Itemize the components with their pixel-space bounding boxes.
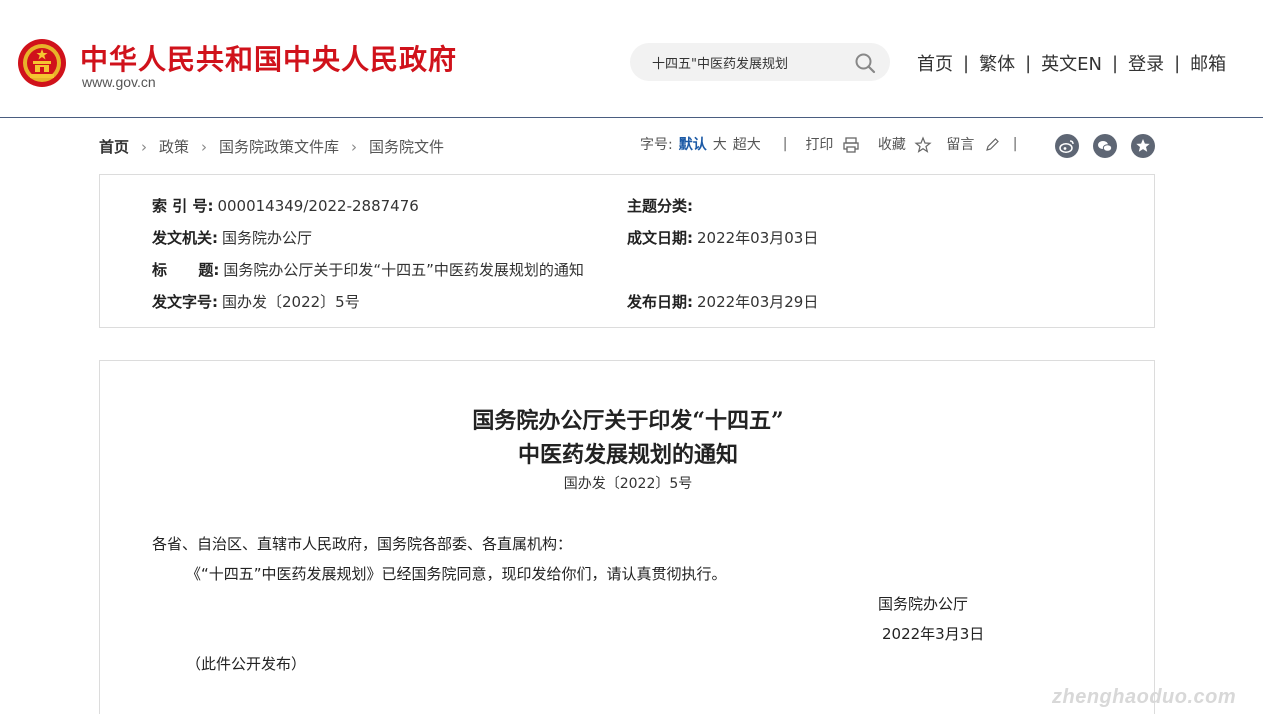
print-button[interactable]: 打印 (805, 134, 859, 154)
watermark: zhenghaoduo.com (1052, 686, 1237, 708)
nav-traditional-link[interactable]: 繁体 (979, 50, 1015, 76)
star-icon (914, 136, 932, 153)
site-title[interactable]: 中华人民共和国中央人民政府 (80, 38, 457, 78)
meta-issuer: 发文机关: 国务院办公厅 (152, 227, 312, 248)
meta-written-key: 成文日期: (627, 229, 693, 247)
search-icon[interactable] (854, 52, 876, 74)
breadcrumb-policy[interactable]: 政策 (159, 136, 189, 157)
meta-docno-key: 发文字号: (152, 293, 218, 311)
article-signer: 国务院办公厅 (878, 595, 969, 613)
article-body: 《“十四五”中医药发展规划》已经国务院同意，现印发给你们，请认真贯彻执行。 (186, 565, 727, 583)
font-size-label: 字号: (640, 137, 673, 153)
meta-published-key: 发布日期: (627, 293, 693, 311)
nav-home-link[interactable]: 首页 (917, 50, 953, 76)
pencil-icon (985, 138, 999, 151)
printer-icon (843, 137, 859, 153)
meta-index-key: 索 引 号: (152, 197, 214, 215)
meta-doc-number: 发文字号: 国办发〔2022〕5号 (152, 291, 360, 312)
meta-published-value: 2022年03月29日 (697, 293, 819, 311)
breadcrumb-policy-library[interactable]: 国务院政策文件库 (219, 136, 339, 157)
meta-topic-key: 主题分类: (627, 197, 693, 215)
meta-written-date: 成文日期: 2022年03月03日 (627, 227, 818, 248)
meta-published-date: 发布日期: 2022年03月29日 (627, 291, 818, 312)
meta-title-value: 国务院办公厅关于印发“十四五”中医药发展规划的通知 (223, 261, 584, 279)
font-large-option[interactable]: 大 (713, 134, 727, 154)
chevron-right-icon: › (141, 137, 148, 156)
article-date: 2022年3月3日 (882, 625, 985, 643)
article-title-line1: 国务院办公厅关于印发“十四五” (472, 408, 784, 434)
star-share-icon[interactable] (1131, 134, 1155, 158)
meta-issuer-key: 发文机关: (152, 229, 218, 247)
nav-english-link[interactable]: 英文EN (1041, 50, 1102, 76)
meta-title: 标 题: 国务院办公厅关于印发“十四五”中医药发展规划的通知 (152, 259, 584, 280)
meta-topic: 主题分类: (627, 195, 697, 216)
nav-separator: | (1174, 52, 1181, 74)
meta-written-value: 2022年03月03日 (697, 229, 819, 247)
comment-label: 留言 (946, 137, 975, 153)
breadcrumb-home[interactable]: 首页 (99, 136, 129, 157)
weibo-icon[interactable] (1055, 134, 1079, 158)
article-content: 国务院办公厅关于印发“十四五” 中医药发展规划的通知 国办发〔2022〕5号 各… (99, 360, 1155, 714)
site-header: 中华人民共和国中央人民政府 www.gov.cn 首页 | 繁体 | 英文EN … (0, 0, 1263, 118)
meta-title-key: 标 题: (152, 261, 220, 279)
font-default-option[interactable]: 默认 (679, 134, 707, 154)
collect-label: 收藏 (877, 137, 906, 153)
meta-docno-value: 国办发〔2022〕5号 (222, 293, 360, 311)
tools-separator: | (782, 136, 788, 152)
nav-separator: | (1112, 52, 1119, 74)
site-url[interactable]: www.gov.cn (82, 74, 156, 90)
article-salutation: 各省、自治区、直辖市人民政府，国务院各部委、各直属机构： (152, 535, 573, 553)
font-xlarge-option[interactable]: 超大 (733, 134, 761, 154)
search-box[interactable] (630, 43, 890, 81)
chevron-right-icon: › (351, 137, 358, 156)
top-nav: 首页 | 繁体 | 英文EN | 登录 | 邮箱 (917, 50, 1226, 76)
chevron-right-icon: › (201, 137, 208, 156)
nav-login-link[interactable]: 登录 (1128, 50, 1164, 76)
article-tools: 字号: 默认 大 超大 | 打印 收藏 留言 | (640, 134, 1018, 154)
tools-separator: | (1012, 136, 1018, 152)
wechat-icon[interactable] (1093, 134, 1117, 158)
meta-index: 索 引 号: 000014349/2022-2887476 (152, 195, 419, 216)
meta-issuer-value: 国务院办公厅 (222, 229, 313, 247)
comment-button[interactable]: 留言 (946, 134, 1000, 154)
nav-mail-link[interactable]: 邮箱 (1190, 50, 1226, 76)
collect-button[interactable]: 收藏 (878, 134, 932, 154)
article-title-line2: 中医药发展规划的通知 (517, 442, 738, 468)
search-input[interactable] (652, 52, 852, 72)
nav-separator: | (963, 52, 970, 74)
article-doc-number: 国办发〔2022〕5号 (563, 476, 693, 492)
article-note: （此件公开发布） (186, 655, 307, 673)
national-emblem-icon[interactable] (17, 37, 67, 89)
breadcrumb-state-council-docs[interactable]: 国务院文件 (369, 136, 444, 157)
meta-index-value: 000014349/2022-2887476 (217, 197, 419, 215)
document-meta-box: 索 引 号: 000014349/2022-2887476 主题分类: 发文机关:… (99, 174, 1155, 328)
print-label: 打印 (805, 137, 834, 153)
breadcrumb: 首页 › 政策 › 国务院政策文件库 › 国务院文件 (99, 136, 444, 157)
nav-separator: | (1025, 52, 1032, 74)
